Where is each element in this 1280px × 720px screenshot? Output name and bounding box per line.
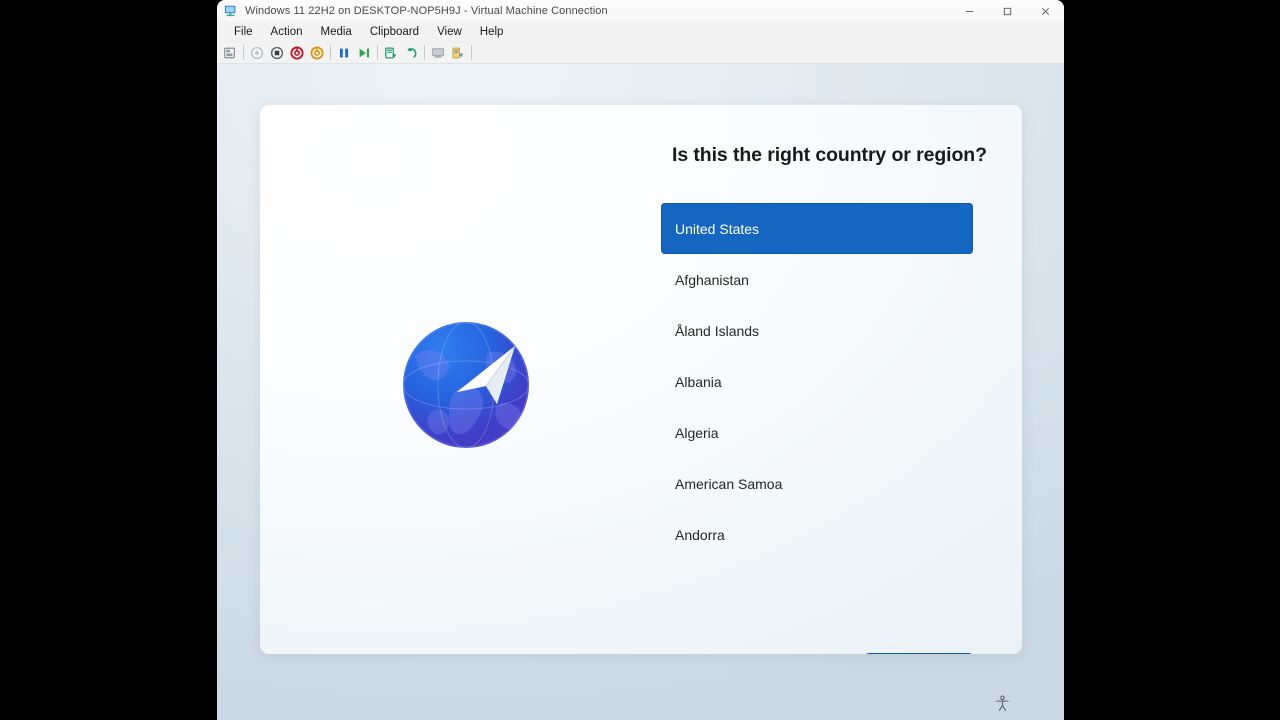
toolbar-separator [471, 45, 472, 60]
menu-bar: File Action Media Clipboard View Help [217, 23, 1064, 42]
menu-item-file[interactable]: File [225, 24, 262, 40]
start-icon[interactable] [354, 43, 374, 63]
country-label: Andorra [675, 526, 725, 543]
toolbar-separator [424, 45, 425, 60]
maximize-icon[interactable] [988, 0, 1026, 23]
yes-button[interactable]: Yes [865, 653, 973, 654]
country-label: Algeria [675, 424, 719, 441]
oobe-content: Is this the right country or region? Uni… [646, 105, 1022, 654]
share-icon[interactable] [448, 43, 468, 63]
country-option-american-samoa[interactable]: American Samoa [661, 458, 973, 509]
globe-with-paper-plane-icon [401, 320, 531, 450]
turn-off-icon[interactable] [247, 43, 267, 63]
country-list: United States Afghanistan Åland Islands … [661, 203, 973, 560]
checkpoint-icon[interactable] [381, 43, 401, 63]
settings-icon[interactable] [220, 43, 240, 63]
screen-root: Windows 11 22H2 on DESKTOP-NOP5H9J - Vir… [0, 0, 1280, 720]
enhanced-session-icon[interactable] [428, 43, 448, 63]
page-title: Is this the right country or region? [672, 144, 987, 166]
country-label: American Samoa [675, 475, 783, 492]
window-controls [950, 0, 1064, 23]
revert-icon[interactable] [401, 43, 421, 63]
toolbar-separator [243, 45, 244, 60]
country-option-albania[interactable]: Albania [661, 356, 973, 407]
vm-screen[interactable]: Is this the right country or region? Uni… [217, 64, 1064, 720]
virtual-machine-connection-window: Windows 11 22H2 on DESKTOP-NOP5H9J - Vir… [217, 0, 1064, 720]
country-option-andorra[interactable]: Andorra [661, 509, 973, 560]
menu-item-media[interactable]: Media [312, 24, 361, 40]
menu-item-help[interactable]: Help [471, 24, 513, 40]
toolbar-separator [377, 45, 378, 60]
oobe-card: Is this the right country or region? Uni… [260, 105, 1022, 654]
country-label: Åland Islands [675, 322, 760, 339]
country-label: Albania [675, 373, 722, 390]
close-icon[interactable] [1026, 0, 1064, 23]
country-option-aland-islands[interactable]: Åland Islands [661, 305, 973, 356]
country-option-afghanistan[interactable]: Afghanistan [661, 254, 973, 305]
power-off-icon[interactable] [287, 43, 307, 63]
country-label: United States [675, 220, 760, 237]
menu-item-clipboard[interactable]: Clipboard [361, 24, 428, 40]
minimize-icon[interactable] [950, 0, 988, 23]
window-title: Windows 11 22H2 on DESKTOP-NOP5H9J - Vir… [245, 5, 608, 17]
shut-down-icon[interactable] [267, 43, 287, 63]
country-option-united-states[interactable]: United States [661, 203, 973, 254]
toolbar-separator [330, 45, 331, 60]
country-option-algeria[interactable]: Algeria [661, 407, 973, 458]
menu-item-view[interactable]: View [428, 24, 471, 40]
title-bar[interactable]: Windows 11 22H2 on DESKTOP-NOP5H9J - Vir… [217, 0, 1064, 23]
menu-item-action[interactable]: Action [262, 24, 312, 40]
pause-icon[interactable] [334, 43, 354, 63]
toolbar [217, 42, 1064, 64]
country-label: Afghanistan [675, 271, 749, 288]
virtual-machine-icon [224, 4, 238, 18]
accessibility-icon[interactable] [994, 695, 1011, 712]
reset-icon[interactable] [307, 43, 327, 63]
